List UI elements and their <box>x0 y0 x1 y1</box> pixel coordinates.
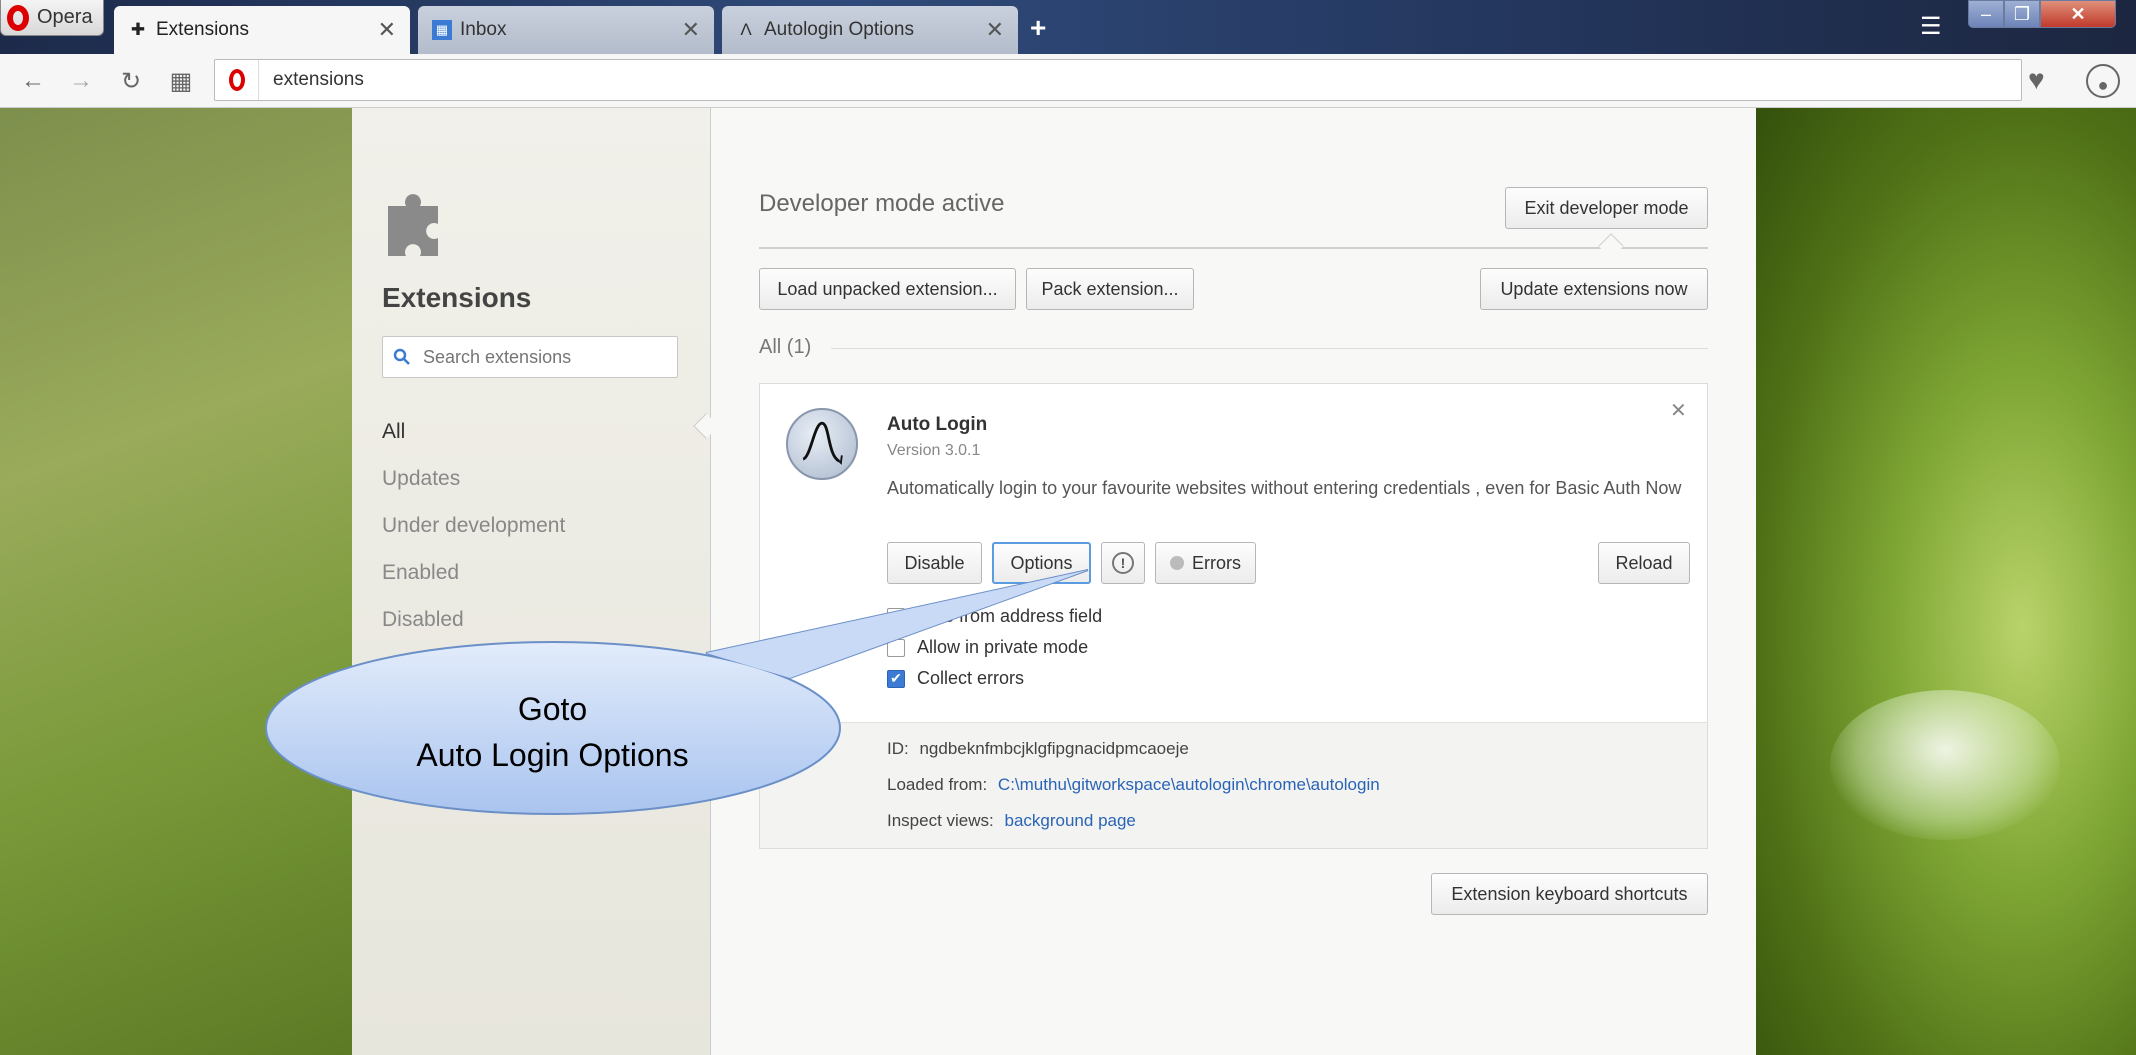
address-input[interactable]: extensions <box>273 69 364 91</box>
extension-name: Auto Login <box>887 414 988 435</box>
id-label: ID: <box>887 739 909 758</box>
error-dot-icon <box>1170 556 1184 570</box>
auto-login-icon <box>786 408 858 480</box>
water-drop-decoration <box>1830 690 2060 840</box>
toolbar: ← → ↻ ▦ extensions ♥ ● <box>0 54 2136 108</box>
sidebar: Extensions All Updates Under development… <box>352 108 711 1055</box>
opera-logo-icon <box>7 4 29 31</box>
background-right <box>1756 108 2136 1055</box>
sidebar-item-under-development[interactable]: Under development <box>382 502 565 549</box>
sidebar-item-enabled[interactable]: Enabled <box>382 549 565 596</box>
hide-address-checkbox-row[interactable]: Hide from address field <box>887 606 1102 627</box>
collect-errors-checkbox-row[interactable]: ✔ Collect errors <box>887 668 1024 689</box>
exit-developer-mode-button[interactable]: Exit developer mode <box>1505 187 1708 229</box>
extension-version: Version 3.0.1 <box>887 442 981 459</box>
extension-details: ID: ngdbeknfmbcjklgfipgnacidpmcaoeje Loa… <box>760 722 1707 848</box>
search-icon <box>393 348 410 365</box>
close-tab-icon[interactable]: ✕ <box>378 17 396 43</box>
tab-label: Extensions <box>156 19 249 40</box>
checkbox[interactable] <box>887 638 905 657</box>
private-mode-checkbox-row[interactable]: Allow in private mode <box>887 637 1088 658</box>
options-button[interactable]: Options <box>992 542 1091 584</box>
background-page-link[interactable]: background page <box>1005 811 1136 830</box>
developer-mode-text: Developer mode active <box>759 190 1005 217</box>
search-field[interactable] <box>382 336 678 378</box>
checkbox[interactable] <box>887 607 905 626</box>
close-tab-icon[interactable]: ✕ <box>986 17 1004 43</box>
inspect-views-row: Inspect views: background page <box>887 811 1136 831</box>
callout-line-2: Auto Login Options <box>416 737 689 773</box>
callout-text: Goto Auto Login Options <box>265 686 840 778</box>
opera-menu-button[interactable]: Opera <box>0 0 104 36</box>
tab-extensions[interactable]: ✚ Extensions ✕ <box>114 6 410 54</box>
loaded-label: Loaded from: <box>887 775 988 794</box>
remove-extension-icon[interactable]: ✕ <box>1670 398 1687 423</box>
all-count-label: All (1) <box>759 336 812 358</box>
minimize-icon[interactable]: – <box>1968 0 2004 28</box>
update-extensions-button[interactable]: Update extensions now <box>1480 268 1708 310</box>
divider <box>831 348 1708 349</box>
back-icon[interactable]: ← <box>18 66 48 96</box>
tab-inbox[interactable]: ▦ Inbox ✕ <box>418 6 714 54</box>
heart-icon[interactable]: ♥ <box>2028 64 2045 96</box>
divider <box>759 247 1708 249</box>
speed-dial-icon[interactable]: ▦ <box>166 66 196 96</box>
sidebar-nav: All Updates Under development Enabled Di… <box>382 408 565 643</box>
reload-button[interactable]: Reload <box>1598 542 1690 584</box>
main-panel: Developer mode active Exit developer mod… <box>711 108 1756 1055</box>
checkbox-label: Collect errors <box>917 668 1025 688</box>
inspect-label: Inspect views: <box>887 811 994 830</box>
extension-id-row: ID: ngdbeknfmbcjklgfipgnacidpmcaoeje <box>887 739 1189 759</box>
id-value: ngdbeknfmbcjklgfipgnacidpmcaoeje <box>919 739 1189 758</box>
maximize-icon[interactable]: ❐ <box>2004 0 2040 28</box>
disable-button[interactable]: Disable <box>887 542 982 584</box>
address-bar[interactable]: extensions <box>214 59 2022 101</box>
pack-extension-button[interactable]: Pack extension... <box>1026 268 1194 310</box>
mail-icon: ▦ <box>432 20 452 40</box>
checkbox-label: Allow in private mode <box>917 637 1089 657</box>
puzzle-icon: ✚ <box>130 20 146 39</box>
tab-autologin-options[interactable]: Λ Autologin Options ✕ <box>722 6 1018 54</box>
sidebar-item-updates[interactable]: Updates <box>382 455 565 502</box>
checkbox-label: Hide from address field <box>917 606 1103 626</box>
sidebar-item-all[interactable]: All <box>382 408 565 455</box>
keyboard-shortcuts-button[interactable]: Extension keyboard shortcuts <box>1431 873 1708 915</box>
tab-label: Inbox <box>460 19 507 40</box>
callout-line-1: Goto <box>517 691 588 727</box>
search-input[interactable] <box>423 346 673 368</box>
tab-menu-icon[interactable]: ☰ <box>1920 12 1942 41</box>
puzzle-icon <box>388 194 438 256</box>
autologin-icon: Λ <box>740 20 752 39</box>
opera-badge-icon <box>215 60 259 100</box>
errors-button[interactable]: Errors <box>1155 542 1256 584</box>
close-window-icon[interactable]: ✕ <box>2040 0 2116 28</box>
sidebar-item-disabled[interactable]: Disabled <box>382 596 565 643</box>
background-left <box>0 108 352 1055</box>
profile-icon[interactable]: ● <box>2086 64 2120 98</box>
opera-menu-label: Opera <box>37 6 93 28</box>
tab-label: Autologin Options <box>764 19 914 40</box>
new-tab-icon[interactable]: + <box>1030 12 1046 44</box>
caret-decoration <box>1598 233 1624 259</box>
close-tab-icon[interactable]: ✕ <box>682 17 700 43</box>
sidebar-title: Extensions <box>382 282 532 313</box>
forward-icon[interactable]: → <box>66 66 96 96</box>
warning-icon: ! <box>1112 552 1134 574</box>
loaded-from-row: Loaded from: C:\muthu\gitworkspace\autol… <box>887 775 1380 795</box>
reload-icon[interactable]: ↻ <box>116 66 146 96</box>
title-bar: Opera ✚ Extensions ✕ ▦ Inbox ✕ Λ Autolog… <box>0 0 2136 54</box>
warning-button[interactable]: ! <box>1101 542 1145 584</box>
errors-label: Errors <box>1192 552 1241 573</box>
extension-description: Automatically login to your favourite we… <box>887 478 1682 498</box>
load-unpacked-button[interactable]: Load unpacked extension... <box>759 268 1016 310</box>
loaded-path-link[interactable]: C:\muthu\gitworkspace\autologin\chrome\a… <box>998 775 1380 794</box>
checkbox-checked[interactable]: ✔ <box>887 669 905 688</box>
extension-card: Auto Login Version 3.0.1 Automatically l… <box>759 383 1708 849</box>
